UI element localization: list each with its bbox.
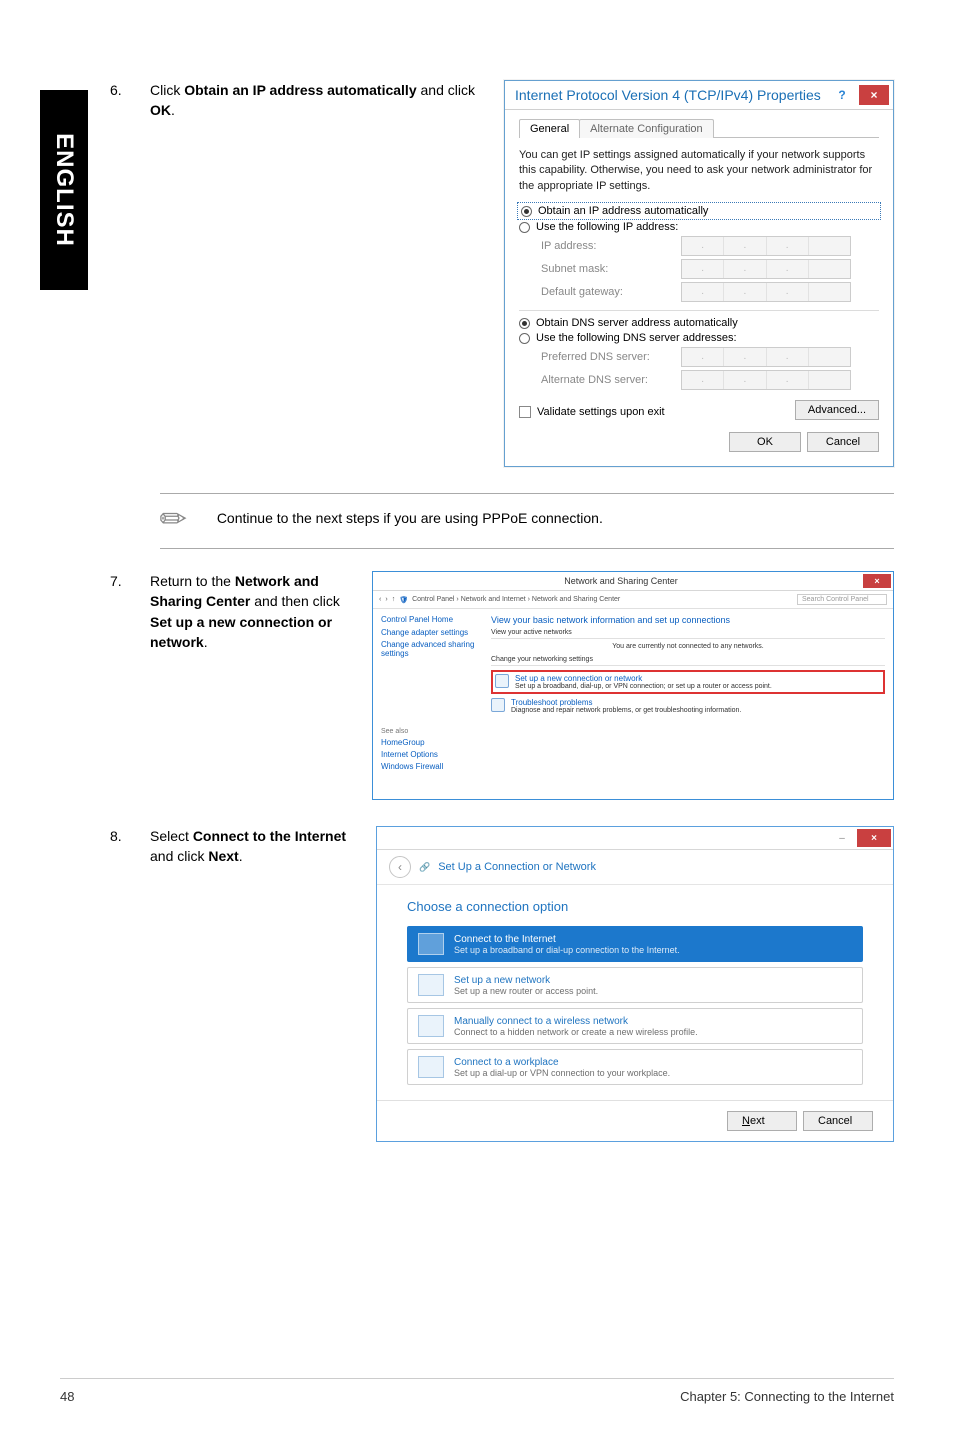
option-connect-internet[interactable]: Connect to the Internet Set up a broadba…	[407, 926, 863, 962]
see-also-heading: See also	[381, 728, 475, 735]
radio-obtain-dns-auto[interactable]: Obtain DNS server address automatically	[519, 317, 879, 329]
change-settings-label: Change your networking settings	[491, 656, 593, 663]
minimize-button[interactable]: –	[827, 829, 857, 847]
cancel-button[interactable]: Cancel	[807, 432, 879, 452]
next-button[interactable]: Next	[727, 1111, 797, 1131]
step7-number: 7.	[110, 571, 150, 800]
troubleshoot-task[interactable]: Troubleshoot problems Diagnose and repai…	[491, 698, 885, 714]
language-tab-label: ENGLISH	[50, 133, 78, 247]
nav-forward-icon[interactable]: ›	[385, 596, 387, 603]
ipv4-properties-dialog: Internet Protocol Version 4 (TCP/IPv4) P…	[504, 80, 894, 467]
ok-button[interactable]: OK	[729, 432, 801, 452]
radio-obtain-ip-auto[interactable]: Obtain an IP address automatically	[519, 204, 879, 218]
close-button[interactable]: ×	[857, 829, 891, 847]
option-connect-workplace[interactable]: Connect to a workplace Set up a dial-up …	[407, 1049, 863, 1085]
homegroup-link[interactable]: HomeGroup	[381, 738, 475, 747]
control-panel-home-link[interactable]: Control Panel Home	[381, 615, 475, 624]
radio-dot-icon	[519, 318, 530, 329]
advanced-button[interactable]: Advanced...	[795, 400, 879, 420]
nav-back-icon[interactable]: ‹	[379, 596, 381, 603]
wireless-icon	[418, 1015, 444, 1037]
back-button[interactable]: ‹	[389, 856, 411, 878]
breadcrumb[interactable]: Control Panel › Network and Internet › N…	[412, 596, 620, 603]
search-input[interactable]: Search Control Panel	[797, 594, 887, 605]
page-number: 48	[60, 1389, 74, 1404]
chapter-title: Chapter 5: Connecting to the Internet	[680, 1389, 894, 1404]
close-button[interactable]: ×	[859, 85, 889, 105]
step7-text: Return to the Network and Sharing Center…	[150, 571, 372, 800]
connection-icon	[495, 674, 509, 688]
note-separator-bottom	[160, 548, 894, 549]
step8-text: Select Connect to the Internet and click…	[150, 826, 376, 1142]
step8-number: 8.	[110, 826, 150, 1142]
label-ip-address: IP address:	[541, 240, 681, 252]
network-sharing-center-window: Network and Sharing Center × ‹ › ↑ 🛡 Con…	[372, 571, 894, 800]
ipv4-title: Internet Protocol Version 4 (TCP/IPv4) P…	[515, 87, 825, 103]
internet-options-link[interactable]: Internet Options	[381, 750, 475, 759]
language-tab: ENGLISH	[40, 90, 88, 290]
troubleshoot-icon	[491, 698, 505, 712]
close-button[interactable]: ×	[863, 574, 891, 588]
radio-use-following-dns[interactable]: Use the following DNS server addresses:	[519, 332, 879, 344]
change-adapter-settings-link[interactable]: Change adapter settings	[381, 628, 475, 637]
note-separator-top	[160, 493, 894, 494]
wizard-question: Choose a connection option	[407, 899, 863, 914]
ipv4-description: You can get IP settings assigned automat…	[519, 148, 879, 194]
tab-alternate-config[interactable]: Alternate Configuration	[579, 119, 714, 138]
default-gateway-input: ...	[681, 282, 851, 302]
nav-up-icon[interactable]: ↑	[392, 596, 396, 603]
checkbox-validate[interactable]	[519, 406, 531, 418]
label-preferred-dns: Preferred DNS server:	[541, 351, 681, 363]
note-text: Continue to the next steps if you are us…	[217, 500, 603, 526]
nsc-title: Network and Sharing Center	[379, 576, 863, 586]
preferred-dns-input: ...	[681, 347, 851, 367]
label-validate: Validate settings upon exit	[537, 406, 665, 418]
change-advanced-sharing-link[interactable]: Change advanced sharing settings	[381, 640, 475, 658]
windows-firewall-link[interactable]: Windows Firewall	[381, 762, 475, 771]
alternate-dns-input: ...	[681, 370, 851, 390]
help-button[interactable]: ?	[827, 85, 857, 105]
router-icon	[418, 974, 444, 996]
label-alternate-dns: Alternate DNS server:	[541, 374, 681, 386]
radio-empty-icon	[519, 333, 530, 344]
connection-wizard-dialog: – × ‹ 🔗 Set Up a Connection or Network C…	[376, 826, 894, 1142]
step6-text: Click Obtain an IP address automatically…	[150, 80, 504, 467]
pencil-icon: ✎	[150, 496, 196, 542]
radio-empty-icon	[519, 222, 530, 233]
setup-new-connection-task[interactable]: Set up a new connection or network Set u…	[491, 670, 885, 694]
separator	[519, 310, 879, 311]
active-networks-message: You are currently not connected to any n…	[491, 643, 885, 650]
option-manual-wireless[interactable]: Manually connect to a wireless network C…	[407, 1008, 863, 1044]
wizard-title: Set Up a Connection or Network	[438, 861, 596, 873]
tab-general[interactable]: General	[519, 119, 580, 138]
label-subnet-mask: Subnet mask:	[541, 263, 681, 275]
step6-number: 6.	[110, 80, 150, 467]
workplace-icon	[418, 1056, 444, 1078]
label-default-gateway: Default gateway:	[541, 286, 681, 298]
ip-address-input: ...	[681, 236, 851, 256]
radio-dot-icon	[521, 206, 532, 217]
shield-icon: 🛡	[399, 596, 408, 604]
globe-icon	[418, 933, 444, 955]
subnet-mask-input: ...	[681, 259, 851, 279]
radio-use-following-ip[interactable]: Use the following IP address:	[519, 221, 879, 233]
active-networks-label: View your active networks	[491, 629, 572, 636]
option-setup-network[interactable]: Set up a new network Set up a new router…	[407, 967, 863, 1003]
nsc-main-heading: View your basic network information and …	[491, 615, 885, 625]
cancel-button[interactable]: Cancel	[803, 1111, 873, 1131]
wizard-icon: 🔗	[419, 862, 430, 873]
